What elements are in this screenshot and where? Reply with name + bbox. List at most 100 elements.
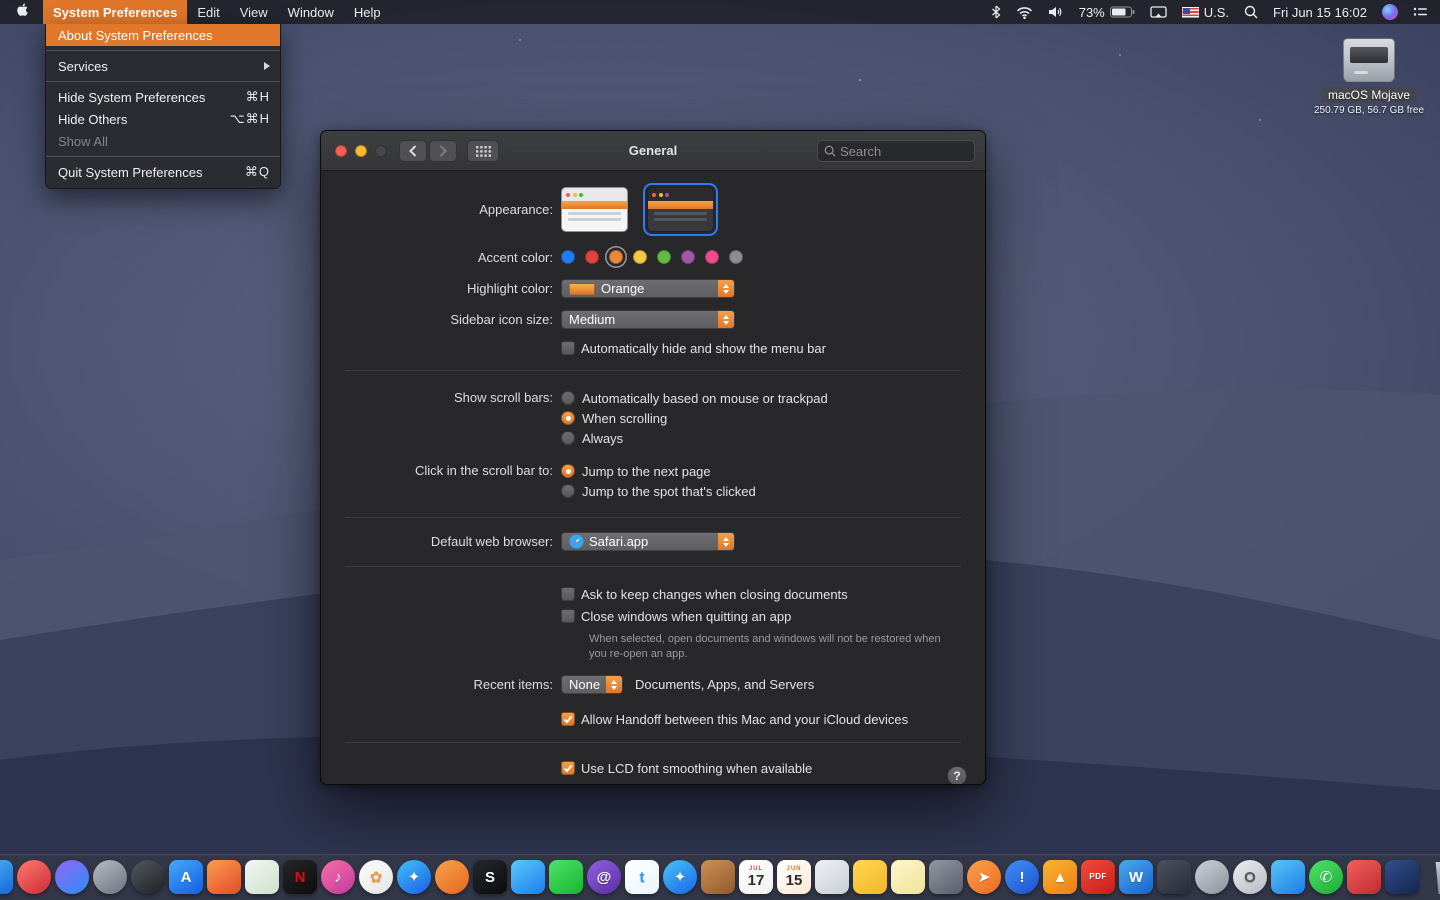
wifi-icon[interactable] [1016, 6, 1033, 19]
menu-edit[interactable]: Edit [187, 0, 229, 24]
minimize-button[interactable] [355, 145, 367, 157]
accent-color-gray[interactable] [729, 250, 743, 264]
dock-icon-netflix[interactable]: N [282, 859, 318, 895]
dock-icon-pdf[interactable]: PDF [1080, 859, 1116, 895]
menu-item-services[interactable]: Services [46, 55, 280, 77]
dock-icon-stickies[interactable] [890, 859, 926, 895]
dock-icon-utility[interactable] [928, 859, 964, 895]
dock-icon-browser[interactable]: ✦ [662, 859, 698, 895]
forward-button[interactable] [429, 140, 457, 162]
dock-icon-dev[interactable] [1384, 859, 1420, 895]
dock-icon-app-store[interactable]: A [168, 859, 204, 895]
dock-icon-shazam[interactable]: S [472, 859, 508, 895]
handoff-checkbox[interactable] [561, 712, 575, 726]
volume-icon[interactable] [1048, 6, 1064, 18]
dock-icon-finder[interactable] [0, 859, 14, 895]
dock-icon-facetime[interactable] [548, 859, 584, 895]
lcd-smoothing-checkbox[interactable] [561, 761, 575, 775]
dock-icon-maps[interactable] [244, 859, 280, 895]
accent-color-pink[interactable] [705, 250, 719, 264]
dock-icon-archive[interactable] [1156, 859, 1192, 895]
menubar-autohide-checkbox[interactable] [561, 341, 575, 355]
notification-center-icon[interactable] [1413, 6, 1428, 18]
menu-separator [46, 81, 280, 82]
accent-color-red[interactable] [585, 250, 599, 264]
jump-next-page-radio[interactable] [561, 464, 575, 478]
accent-color-orange[interactable] [609, 250, 623, 264]
dock-icon-alert-info[interactable]: ! [1004, 859, 1040, 895]
input-source-menu[interactable]: U.S. [1182, 5, 1229, 20]
siri-icon[interactable] [1382, 4, 1398, 20]
dock-icon-whatsapp[interactable]: ✆ [1308, 859, 1344, 895]
battery-icon[interactable] [1110, 6, 1135, 18]
menu-item-quit[interactable]: Quit System Preferences ⌘Q [46, 161, 280, 183]
dock-icon-word-doc[interactable]: W [1118, 859, 1154, 895]
highlight-color-popup[interactable]: Orange [561, 279, 735, 298]
spotlight-icon[interactable] [1244, 5, 1258, 19]
default-browser-popup[interactable]: Safari.app [561, 532, 735, 551]
menu-bar-clock[interactable]: Fri Jun 15 16:02 [1273, 5, 1367, 20]
appearance-dark-option[interactable] [647, 187, 714, 232]
dock-icon-trash[interactable] [1432, 859, 1440, 895]
dock-icon-installer[interactable]: ▲ [1042, 859, 1078, 895]
sidebar-size-popup[interactable]: Medium [561, 310, 735, 329]
scrollbars-always-radio[interactable] [561, 431, 575, 445]
menu-item-about[interactable]: About System Preferences [46, 24, 280, 46]
volume-info: 250.79 GB, 56.7 GB free [1314, 105, 1424, 116]
search-field[interactable] [817, 140, 975, 162]
scrollbars-auto-radio[interactable] [561, 391, 575, 405]
recent-items-popup[interactable]: None [561, 675, 623, 694]
dock-icon-disc[interactable]: O [1232, 859, 1268, 895]
jump-to-spot-radio[interactable] [561, 484, 575, 498]
dock-icon-lens[interactable] [130, 859, 166, 895]
dock-icon-camera-red[interactable] [1346, 859, 1382, 895]
scrollbars-when-scrolling-radio[interactable] [561, 411, 575, 425]
scrollbars-label: Show scroll bars: [321, 388, 561, 408]
hard-drive-icon[interactable] [1343, 38, 1395, 82]
recent-items-suffix: Documents, Apps, and Servers [635, 677, 814, 692]
close-button[interactable] [335, 145, 347, 157]
window-titlebar[interactable]: General [321, 131, 985, 171]
desktop-volume-macos-mojave[interactable]: macOS Mojave 250.79 GB, 56.7 GB free [1322, 38, 1416, 116]
dock-icon-photo-booth[interactable] [16, 859, 52, 895]
airplay-display-icon[interactable] [1150, 6, 1167, 19]
dock-icon-camera[interactable] [92, 859, 128, 895]
close-windows-checkbox[interactable] [561, 609, 575, 623]
back-button[interactable] [399, 140, 427, 162]
dock-icon-safari[interactable]: ✦ [396, 859, 432, 895]
dock-icon-calendar[interactable]: JUL17 [738, 859, 774, 895]
menu-item-hide-others[interactable]: Hide Others ⌥⌘H [46, 108, 280, 130]
accent-color-yellow[interactable] [633, 250, 647, 264]
ask-keep-changes-checkbox[interactable] [561, 587, 575, 601]
dock-icon-launchpad[interactable] [206, 859, 242, 895]
accent-color-blue[interactable] [561, 250, 575, 264]
dock-icon-siri[interactable] [54, 859, 90, 895]
dock-icon-music[interactable]: ♪ [320, 859, 356, 895]
show-all-grid-button[interactable] [467, 140, 499, 162]
dock-icon-mail[interactable]: @ [586, 859, 622, 895]
appearance-light-option[interactable] [561, 187, 628, 232]
menu-window[interactable]: Window [278, 0, 344, 24]
dock-icon-notes[interactable] [852, 859, 888, 895]
dock-icon-twitter[interactable]: t [624, 859, 660, 895]
search-input[interactable] [840, 144, 968, 159]
accent-color-purple[interactable] [681, 250, 695, 264]
dock-icon-messages[interactable] [510, 859, 546, 895]
menu-help[interactable]: Help [344, 0, 391, 24]
dock-icon-calendar-alt[interactable]: JUN15 [776, 859, 812, 895]
dock-icon-display[interactable] [1270, 859, 1306, 895]
dock-icon-books[interactable] [700, 859, 736, 895]
menu-item-hide-app[interactable]: Hide System Preferences ⌘H [46, 86, 280, 108]
dock-icon-gear[interactable] [1194, 859, 1230, 895]
dock-icon-photos[interactable]: ✿ [358, 859, 394, 895]
apple-menu[interactable] [0, 0, 43, 24]
accent-color-green[interactable] [657, 250, 671, 264]
dock-icon-send[interactable]: ➤ [966, 859, 1002, 895]
dock-icon-voice-memos[interactable] [434, 859, 470, 895]
menu-system-preferences[interactable]: System Preferences [43, 0, 187, 24]
dock-icon-textedit[interactable] [814, 859, 850, 895]
help-button[interactable]: ? [947, 766, 967, 785]
menubar-autohide-label: Automatically hide and show the menu bar [581, 341, 826, 356]
menu-view[interactable]: View [230, 0, 278, 24]
bluetooth-icon[interactable] [991, 5, 1001, 19]
